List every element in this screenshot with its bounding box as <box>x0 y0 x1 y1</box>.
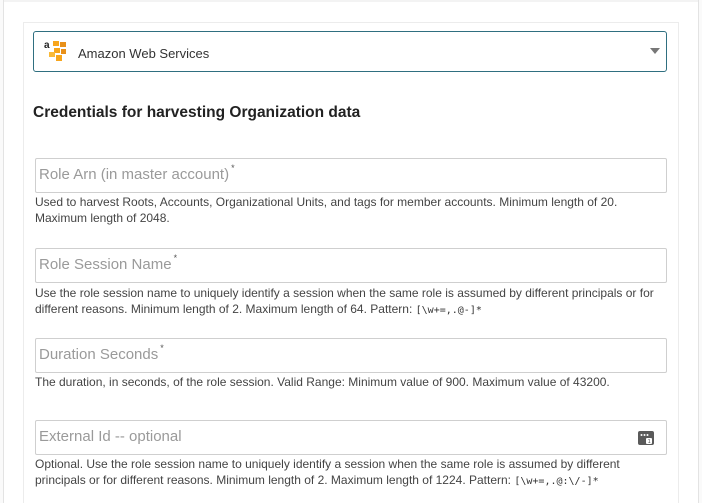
provider-select-value: Amazon Web Services <box>78 46 210 61</box>
aws-logo-icon: a <box>44 39 68 63</box>
top-edge <box>0 0 702 2</box>
role-arn-input[interactable] <box>36 159 666 192</box>
left-edge <box>0 0 4 503</box>
external-id-pattern: [\w+=,.@:\/-]* <box>514 476 599 487</box>
role-session-name-help-text: Use the role session name to uniquely id… <box>35 286 654 316</box>
section-title: Credentials for harvesting Organization … <box>33 104 361 121</box>
chevron-down-icon[interactable] <box>650 48 660 54</box>
role-session-name-pattern: [\w+=,.@-]* <box>415 305 482 316</box>
external-id-input[interactable] <box>36 421 666 454</box>
aws-credentials-form-page: a Amazon Web Services Credentials for ha… <box>0 0 702 503</box>
role-arn-field[interactable]: Role Arn (in master account) * <box>35 158 667 193</box>
role-session-name-field[interactable]: Role Session Name * <box>35 248 667 283</box>
duration-seconds-field[interactable]: Duration Seconds * <box>35 338 667 373</box>
right-edge <box>698 0 702 503</box>
password-manager-icon[interactable]: 1 <box>638 431 654 445</box>
provider-select[interactable]: a Amazon Web Services <box>33 31 667 72</box>
svg-text:1: 1 <box>648 439 651 445</box>
role-session-name-help: Use the role session name to uniquely id… <box>35 285 660 319</box>
duration-seconds-help: The duration, in seconds, of the role se… <box>35 375 610 389</box>
role-arn-help: Used to harvest Roots, Accounts, Organiz… <box>35 195 618 225</box>
external-id-field[interactable]: External Id -- optional 1 <box>35 420 667 455</box>
duration-seconds-input[interactable] <box>36 339 666 372</box>
external-id-help: Optional. Use the role session name to u… <box>35 456 660 490</box>
svg-text:a: a <box>44 40 50 51</box>
role-session-name-input[interactable] <box>36 249 666 282</box>
